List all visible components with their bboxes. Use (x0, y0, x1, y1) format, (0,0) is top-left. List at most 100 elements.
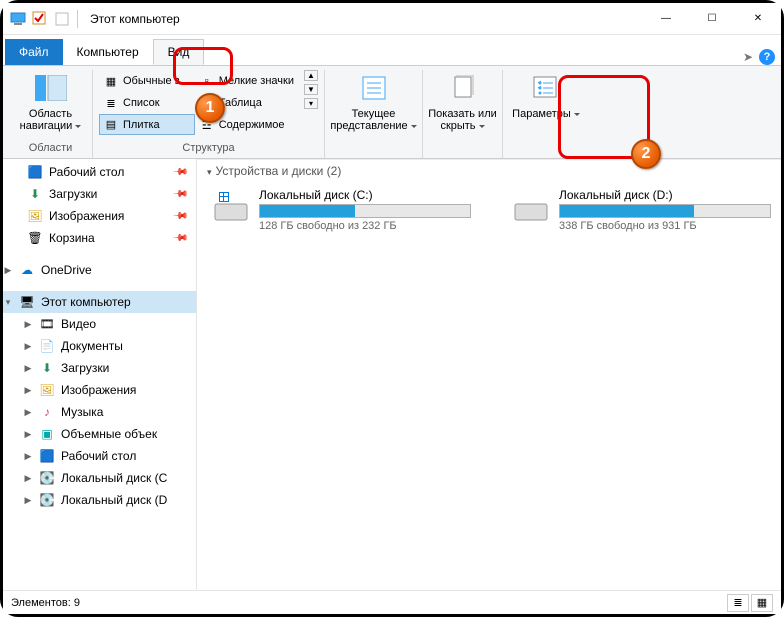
chevron-right-icon[interactable]: ▶ (23, 495, 33, 506)
desktop-icon: 🟦 (27, 164, 43, 180)
chevron-right-icon[interactable]: ▶ (23, 473, 33, 484)
nav-pane-icon (35, 72, 67, 104)
nav-recycle[interactable]: 🗑Корзина📌 (3, 227, 196, 249)
pictures-icon: 🖼 (27, 208, 43, 224)
chevron-right-icon[interactable]: ▶ (23, 341, 33, 352)
chevron-right-icon[interactable]: ▶ (23, 429, 33, 440)
chevron-right-icon[interactable]: ▶ (3, 265, 13, 276)
navigation-pane[interactable]: 🟦Рабочий стол📌 ⬇Загрузки📌 🖼Изображения📌 … (3, 159, 197, 590)
help-button[interactable]: ? (759, 49, 775, 65)
show-hide-label: Показать или скрыть (427, 108, 499, 132)
status-bar: Элементов: 9 ≣ ▦ (3, 590, 781, 614)
view-details-button[interactable]: ≣ (727, 594, 749, 612)
layout-scroll-up[interactable]: ▲ (304, 70, 318, 81)
chevron-right-icon[interactable]: ▶ (23, 363, 33, 374)
current-view-button[interactable]: Текущее представление (330, 70, 418, 132)
nav-desktop[interactable]: 🟦Рабочий стол📌 (3, 161, 196, 183)
nav-pane-label: Область навигации (16, 108, 86, 132)
nav-downloads[interactable]: ⬇Загрузки📌 (3, 183, 196, 205)
nav-3d-objects[interactable]: ▶▣Объемные объек (3, 423, 196, 445)
nav-desktop2[interactable]: ▶🟦Рабочий стол (3, 445, 196, 467)
chevron-right-icon[interactable]: ▶ (23, 451, 33, 462)
nav-pictures[interactable]: 🖼Изображения📌 (3, 205, 196, 227)
drive-d-icon (511, 188, 551, 228)
downloads-icon: ⬇ (27, 186, 43, 202)
desktop-icon: 🟦 (39, 448, 55, 464)
qat-checkbox-icon[interactable] (31, 10, 49, 28)
pin-icon[interactable]: 📌 (171, 230, 188, 247)
onedrive-icon: ☁ (19, 262, 35, 278)
documents-icon: 📄 (39, 338, 55, 354)
objects3d-icon: ▣ (39, 426, 55, 442)
options-icon (530, 72, 562, 104)
drive-icon: 💽 (39, 470, 55, 486)
nav-videos[interactable]: ▶🎞Видео (3, 313, 196, 335)
layout-list[interactable]: ≣Список (99, 92, 195, 114)
chevron-right-icon[interactable]: ▶ (23, 319, 33, 330)
window-title: Этот компьютер (90, 12, 180, 26)
this-pc-icon: 🖥 (19, 294, 35, 310)
show-hide-button[interactable]: Показать или скрыть (427, 70, 499, 132)
drive-d-title: Локальный диск (D:) (559, 188, 771, 202)
list-icon: ≣ (103, 96, 119, 110)
drive-c-bar (259, 204, 471, 218)
pin-icon[interactable]: 📌 (171, 186, 188, 203)
pin-icon[interactable]: ➤ (743, 50, 753, 64)
qat-blank-icon[interactable] (53, 10, 71, 28)
maximize-button[interactable]: ☐ (689, 3, 735, 35)
drive-c-icon (211, 188, 251, 228)
annotation-2: 2 (631, 139, 661, 169)
layout-large-icons[interactable]: ▦Обычные з (99, 70, 195, 92)
chevron-right-icon[interactable]: ▶ (23, 385, 33, 396)
nav-documents[interactable]: ▶📄Документы (3, 335, 196, 357)
nav-onedrive[interactable]: ▶☁OneDrive (3, 259, 196, 281)
section-header[interactable]: ▾Устройства и диски (2) (197, 159, 781, 182)
tab-file[interactable]: Файл (5, 39, 63, 65)
main-view: ▾Устройства и диски (2) Локальный диск (… (197, 159, 781, 590)
layout-scroll-down[interactable]: ▼ (304, 84, 318, 95)
drive-c-tile[interactable]: Локальный диск (C:) 128 ГБ свободно из 2… (211, 188, 471, 232)
this-pc-icon (9, 10, 27, 28)
options-button[interactable]: Параметры (507, 70, 585, 120)
layout-expand[interactable]: ▾ (304, 98, 318, 109)
music-icon: ♪ (39, 404, 55, 420)
current-view-label: Текущее представление (330, 108, 418, 132)
drive-d-sub: 338 ГБ свободно из 931 ГБ (559, 220, 771, 232)
minimize-button[interactable]: — (643, 3, 689, 35)
nav-drive-c[interactable]: ▶💽Локальный диск (C (3, 467, 196, 489)
tiles-icon: ▤ (103, 118, 119, 132)
options-label: Параметры (512, 108, 580, 120)
annotation-1: 1 (195, 93, 225, 123)
group-label-panes: Области (15, 140, 86, 158)
tab-view[interactable]: Вид (153, 39, 205, 65)
close-button[interactable]: ✕ (735, 3, 781, 35)
nav-music[interactable]: ▶♪Музыка (3, 401, 196, 423)
current-view-icon (358, 72, 390, 104)
nav-this-pc[interactable]: ▾🖥Этот компьютер (3, 291, 196, 313)
pin-icon[interactable]: 📌 (171, 208, 188, 225)
drive-c-title: Локальный диск (C:) (259, 188, 471, 202)
status-item-count: Элементов: 9 (11, 597, 80, 609)
drive-d-tile[interactable]: Локальный диск (D:) 338 ГБ свободно из 9… (511, 188, 771, 232)
small-icons-icon: ▫ (199, 74, 215, 88)
nav-pictures2[interactable]: ▶🖼Изображения (3, 379, 196, 401)
drive-c-sub: 128 ГБ свободно из 232 ГБ (259, 220, 471, 232)
downloads-icon: ⬇ (39, 360, 55, 376)
show-hide-icon (447, 72, 479, 104)
group-label-layout: Структура (99, 140, 318, 158)
separator (77, 10, 78, 28)
chevron-right-icon[interactable]: ▶ (23, 407, 33, 418)
layout-tiles[interactable]: ▤Плитка (99, 114, 195, 135)
titlebar: Этот компьютер — ☐ ✕ (3, 3, 781, 35)
tab-computer[interactable]: Компьютер (63, 39, 153, 65)
nav-downloads2[interactable]: ▶⬇Загрузки (3, 357, 196, 379)
layout-small-icons[interactable]: ▫Мелкие значки (195, 70, 300, 92)
chevron-down-icon[interactable]: ▾ (3, 297, 13, 308)
navigation-pane-button[interactable]: Область навигации (16, 70, 86, 132)
view-large-button[interactable]: ▦ (751, 594, 773, 612)
pin-icon[interactable]: 📌 (171, 164, 188, 181)
videos-icon: 🎞 (39, 316, 55, 332)
ribbon-tabs: Файл Компьютер Вид ➤ ? (3, 35, 781, 65)
drive-icon: 💽 (39, 492, 55, 508)
nav-drive-d[interactable]: ▶💽Локальный диск (D (3, 489, 196, 511)
